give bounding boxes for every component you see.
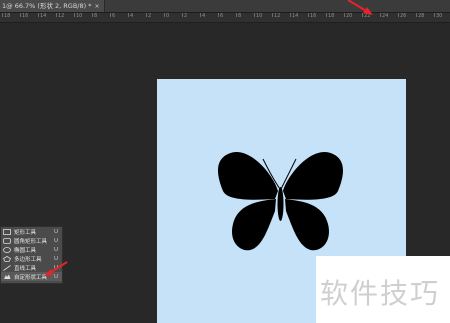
document-tab-bar: 1@ 66.7% (形状 2, RGB/8) * × [0, 0, 450, 13]
ruler-tick [110, 13, 111, 17]
ruler-tick [398, 13, 399, 17]
close-icon[interactable]: × [94, 3, 99, 10]
watermark-text: 软件技巧 [320, 277, 441, 310]
ellipse-tool-item[interactable]: 椭圆工具 U [1, 245, 62, 254]
annotation-arrow-top [347, 0, 373, 15]
ruler-label: 14 [40, 13, 47, 19]
document-tab[interactable]: 1@ 66.7% (形状 2, RGB/8) * × [0, 0, 105, 12]
ruler-tick [326, 13, 327, 17]
ruler-label: 10 [76, 13, 83, 19]
ruler-label: 14 [292, 13, 299, 19]
horizontal-ruler: 18 16 14 12 10 8 6 4 2 0 2 4 6 8 10 12 14 16 18 20 22 24 26 28 3… [0, 13, 450, 23]
ruler-label: 18 [4, 13, 11, 19]
ruler-tick [290, 13, 291, 17]
rounded-rectangle-icon [3, 237, 11, 244]
ruler-label: 26 [400, 13, 407, 19]
ruler-label: 2 [184, 13, 188, 19]
ruler-label: 6 [112, 13, 116, 19]
line-icon [3, 264, 11, 271]
ruler-tick [434, 13, 435, 17]
butterfly-shape[interactable] [213, 149, 348, 261]
ruler-tick [182, 13, 183, 17]
polygon-icon [2, 255, 12, 262]
ruler-tick [308, 13, 309, 17]
rounded-rectangle-tool-shortcut: U [54, 237, 59, 244]
ruler-tick [218, 13, 219, 17]
ruler-tick [380, 13, 381, 17]
ruler-tick [2, 13, 3, 17]
ruler-tick [164, 13, 165, 17]
ruler-tick [74, 13, 75, 17]
watermark: 软件技巧 [316, 256, 450, 323]
custom-shape-icon [3, 274, 11, 280]
rounded-rectangle-tool-item[interactable]: 圆角矩形工具 U [1, 236, 62, 245]
ruler-tick [38, 13, 39, 17]
rectangle-tool-item[interactable]: 矩形工具 U [1, 227, 62, 236]
ruler-tick [416, 13, 417, 17]
annotation-arrow [44, 261, 68, 276]
ruler-label: 0 [166, 13, 170, 19]
ruler-label: 24 [382, 13, 389, 19]
rectangle-tool-label: 矩形工具 [14, 229, 37, 236]
ruler-tick [200, 13, 201, 17]
ruler-label: 6 [220, 13, 224, 19]
ruler-label: 4 [202, 13, 206, 19]
rectangle-icon [3, 228, 11, 235]
ruler-label: 10 [256, 13, 263, 19]
document-tab-title: 1@ 66.7% (形状 2, RGB/8) * [2, 2, 92, 10]
ruler-label: 18 [328, 13, 335, 19]
ruler-label: 16 [22, 13, 29, 19]
ellipse-icon [3, 246, 11, 253]
ellipse-tool-shortcut: U [54, 246, 59, 253]
ruler-label: 28 [418, 13, 425, 19]
ruler-tick [146, 13, 147, 17]
ruler-label: 12 [274, 13, 281, 19]
ellipse-tool-label: 椭圆工具 [14, 247, 37, 254]
ruler-label: 16 [310, 13, 317, 19]
ruler-tick [254, 13, 255, 17]
ruler-tick [128, 13, 129, 17]
rounded-rectangle-tool-label: 圆角矩形工具 [14, 238, 48, 245]
ruler-tick [20, 13, 21, 17]
ruler-label: 30 [436, 13, 443, 19]
ruler-label: 8 [238, 13, 242, 19]
ruler-label: 2 [148, 13, 152, 19]
ruler-label: 4 [130, 13, 134, 19]
ruler-tick [344, 13, 345, 17]
ruler-tick [92, 13, 93, 17]
ruler-label: 8 [94, 13, 98, 19]
ruler-tick [236, 13, 237, 17]
ruler-label: 12 [58, 13, 65, 19]
ruler-tick [272, 13, 273, 17]
ruler-tick [56, 13, 57, 17]
rectangle-tool-shortcut: U [54, 228, 59, 235]
